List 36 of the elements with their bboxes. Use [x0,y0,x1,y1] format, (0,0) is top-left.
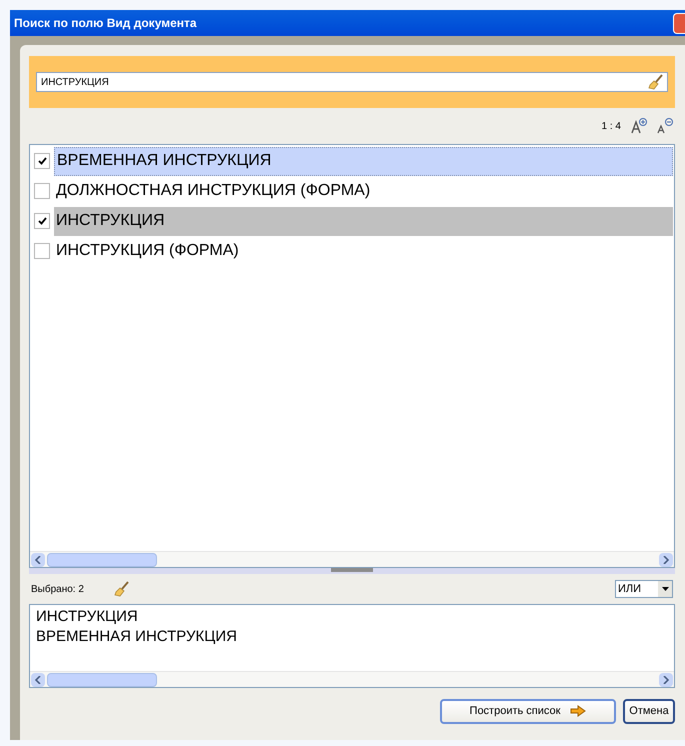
checkbox[interactable] [34,153,50,169]
splitter-grip[interactable] [331,568,373,572]
search-field[interactable]: ИНСТРУКЦИЯ [36,72,668,92]
font-enlarge-icon[interactable] [631,118,647,134]
zoom-ratio: 1 : 4 [602,120,621,134]
scroll-left-button[interactable] [31,672,45,686]
right-arrow-icon [570,705,586,717]
mode-dropdown[interactable]: ИЛИ [615,580,673,598]
cancel-button[interactable]: Отмена [623,698,675,724]
window-title: Поиск по полю Вид документа [14,15,197,32]
scroll-right-button[interactable] [659,672,673,686]
list-item[interactable]: ВРЕМЕННАЯ ИНСТРУКЦИЯ [54,146,673,176]
list-item[interactable]: ИНСТРУКЦИЯ [54,206,673,236]
build-list-button[interactable]: Построить список [440,698,616,724]
checkbox[interactable] [34,183,50,199]
list-item[interactable]: ИНСТРУКЦИЯ (ФОРМА) [54,236,673,266]
scroll-left-button[interactable] [31,552,45,566]
selected-value: ИНСТРУКЦИЯ [36,607,139,627]
selected-value: ВРЕМЕННАЯ ИНСТРУКЦИЯ [36,627,238,647]
selected-count: Выбрано: 2 [31,582,85,596]
horizontal-scrollbar[interactable] [30,671,674,687]
scroll-thumb[interactable] [47,672,157,686]
broom-icon[interactable] [113,580,131,598]
scroll-thumb[interactable] [47,552,157,566]
horizontal-scrollbar[interactable] [30,551,674,567]
scroll-right-button[interactable] [659,552,673,566]
check-icon [38,157,46,165]
list-item[interactable]: ДОЛЖНОСТНАЯ ИНСТРУКЦИЯ (ФОРМА) [54,176,673,206]
check-icon [38,217,46,225]
mode-value: ИЛИ [618,582,642,597]
checkbox[interactable] [34,213,50,229]
search-value: ИНСТРУКЦИЯ [41,76,110,90]
broom-icon[interactable] [647,73,665,91]
font-shrink-icon[interactable] [657,118,673,134]
checkbox[interactable] [34,243,50,259]
close-button[interactable] [673,12,685,34]
